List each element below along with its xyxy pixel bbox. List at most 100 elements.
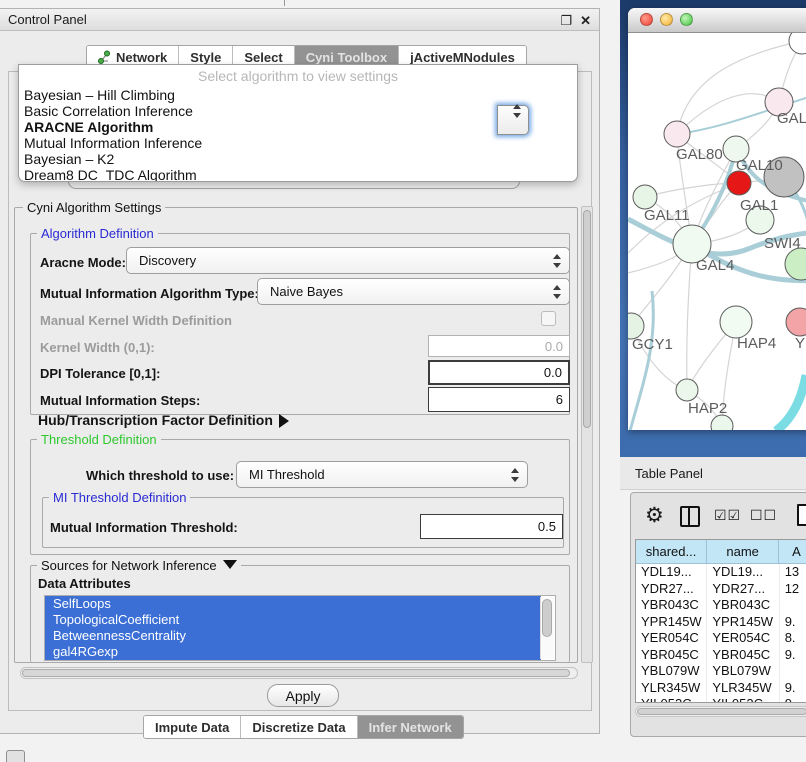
- hub-definition-toggle[interactable]: Hub/Transcription Factor Definition: [38, 412, 289, 428]
- node-label: GAL10: [736, 157, 783, 174]
- algorithm-option[interactable]: Dream8 DC_TDC Algorithm: [19, 167, 577, 182]
- bottom-tabbar: Impute DataDiscretize DataInfer Network: [143, 715, 464, 739]
- aracne-mode-combobox[interactable]: Discovery: [126, 247, 570, 274]
- algorithm-option[interactable]: Basic Correlation Inference: [19, 103, 577, 119]
- node-label: HAP4: [737, 335, 776, 352]
- settings-vscroll-thumb[interactable]: [583, 210, 591, 428]
- table-cell: YLR345W: [707, 680, 779, 697]
- settings-vertical-scrollbar[interactable]: [581, 206, 593, 663]
- algorithm-combobox-fragment[interactable]: [497, 105, 529, 135]
- mi-steps-field[interactable]: 6: [428, 387, 570, 412]
- data-attributes-label: Data Attributes: [38, 576, 131, 591]
- table-row[interactable]: YBR045CYBR045C9.: [636, 647, 806, 664]
- table-cell: 13: [780, 564, 806, 581]
- network-node[interactable]: [664, 121, 690, 147]
- algorithm-option[interactable]: Bayesian – K2: [19, 151, 577, 167]
- apply-button[interactable]: Apply: [267, 684, 339, 707]
- float-window-icon[interactable]: ❐: [560, 14, 572, 27]
- network-node[interactable]: [676, 379, 698, 401]
- table-horizontal-scrollbar[interactable]: [635, 706, 806, 717]
- kernel-width-field[interactable]: 0.0: [428, 335, 570, 357]
- table-row[interactable]: YER054CYER054C8.: [636, 630, 806, 647]
- table-row[interactable]: YLR345WYLR345W9.: [636, 680, 806, 697]
- control-panel-title: Control Panel: [8, 12, 87, 27]
- close-traffic-light-icon[interactable]: [640, 13, 653, 26]
- cyni-algorithm-settings-title: Cyni Algorithm Settings: [23, 200, 165, 215]
- column-header[interactable]: name: [707, 540, 779, 563]
- close-panel-icon[interactable]: ✕: [580, 14, 591, 27]
- column-header[interactable]: shared...: [636, 540, 707, 563]
- control-panel-titlebar: Control Panel ❐ ✕: [0, 9, 599, 31]
- network-canvas[interactable]: GAL7GAL80GAL10GAL1GAL11SWI4GAL4GCY1HAP4Y…: [628, 33, 806, 430]
- table-cell: YER054C: [636, 630, 707, 647]
- deselect-all-checkboxes-icon[interactable]: ☐☐: [750, 507, 777, 524]
- top-divider: [284, 0, 285, 6]
- minimize-traffic-light-icon[interactable]: [660, 13, 673, 26]
- node-table[interactable]: shared...nameA YDL19...YDL19...13YDR27..…: [635, 539, 806, 703]
- table-body: YDL19...YDL19...13YDR27...YDR27...12YBR0…: [636, 564, 806, 703]
- attributes-scrollbar[interactable]: [540, 597, 554, 659]
- select-all-checkboxes-icon[interactable]: ☑☑: [714, 507, 741, 524]
- which-threshold-combobox[interactable]: MI Threshold: [236, 461, 528, 488]
- mi-type-value: Naive Bayes: [270, 284, 343, 299]
- attribute-list-item[interactable]: gal4RGexp: [45, 644, 541, 660]
- tab-impute-data[interactable]: Impute Data: [144, 716, 241, 738]
- node-label: GAL80: [676, 146, 723, 163]
- table-hscroll-thumb[interactable]: [637, 708, 806, 715]
- table-row[interactable]: YIL052CYIL052C9.: [636, 696, 806, 703]
- network-window-titlebar[interactable]: [628, 8, 806, 33]
- document-icon[interactable]: [797, 504, 806, 526]
- table-row[interactable]: YBL079WYBL079W: [636, 663, 806, 680]
- network-node[interactable]: [785, 248, 806, 280]
- network-view-window[interactable]: GAL7GAL80GAL10GAL1GAL11SWI4GAL4GCY1HAP4Y…: [628, 8, 806, 430]
- table-cell: 9.: [780, 647, 806, 664]
- mi-type-label: Mutual Information Algorithm Type:: [40, 286, 259, 301]
- node-label: GCY1: [632, 336, 673, 353]
- algorithm-dropdown-list: Bayesian – Hill ClimbingBasic Correlatio…: [19, 87, 577, 182]
- algorithm-option[interactable]: ARACNE Algorithm: [19, 119, 577, 135]
- network-node[interactable]: [633, 185, 657, 209]
- table-cell: YDL19...: [707, 564, 779, 581]
- settings-horizontal-scrollbar[interactable]: [20, 667, 578, 679]
- node-label: GAL7: [777, 110, 806, 127]
- dpi-tolerance-field[interactable]: 0.0: [428, 360, 570, 385]
- table-cell: YBL079W: [707, 663, 779, 680]
- table-cell: YDR27...: [707, 581, 779, 598]
- mi-threshold-field[interactable]: 0.5: [420, 514, 563, 539]
- mi-type-combobox[interactable]: Naive Bayes: [257, 278, 570, 305]
- table-row[interactable]: YPR145WYPR145W9.: [636, 614, 806, 631]
- zoom-traffic-light-icon[interactable]: [680, 13, 693, 26]
- network-node[interactable]: [789, 33, 806, 54]
- threshold-definition-title: Threshold Definition: [37, 432, 161, 447]
- table-row[interactable]: YDL19...YDL19...13: [636, 564, 806, 581]
- table-cell: YIL052C: [636, 696, 707, 703]
- manual-kernel-checkbox[interactable]: [541, 311, 556, 326]
- network-node[interactable]: [786, 308, 806, 336]
- node-label: HAP2: [688, 400, 727, 417]
- network-node[interactable]: [727, 171, 751, 195]
- attribute-list-item[interactable]: TopologicalCoefficient: [45, 612, 541, 628]
- settings-hscroll-thumb[interactable]: [22, 669, 570, 677]
- mi-steps-value: 6: [556, 392, 563, 407]
- tab-discretize-data[interactable]: Discretize Data: [241, 716, 357, 738]
- column-header[interactable]: A: [779, 540, 806, 563]
- tab-infer-network[interactable]: Infer Network: [358, 716, 463, 738]
- data-attributes-list[interactable]: SelfLoopsTopologicalCoefficientBetweenne…: [44, 595, 556, 661]
- gear-icon[interactable]: ⚙: [645, 503, 664, 528]
- algorithm-option[interactable]: Mutual Information Inference: [19, 135, 577, 151]
- attributes-scrollbar-thumb[interactable]: [542, 599, 552, 637]
- table-cell: YPR145W: [707, 614, 779, 631]
- sources-group-title[interactable]: Sources for Network Inference: [37, 558, 241, 573]
- which-threshold-label: Which threshold to use:: [86, 468, 234, 483]
- column-view-icon[interactable]: [680, 506, 700, 527]
- minimized-panel-icon[interactable]: [6, 750, 25, 762]
- stepper-arrows-icon: [552, 285, 561, 299]
- table-row[interactable]: YBR043CYBR043C: [636, 597, 806, 614]
- network-node[interactable]: [720, 306, 752, 338]
- attribute-list-item[interactable]: SelfLoops: [45, 596, 541, 612]
- table-row[interactable]: YDR27...YDR27...12: [636, 581, 806, 598]
- algorithm-option[interactable]: Bayesian – Hill Climbing: [19, 87, 577, 103]
- network-node[interactable]: [711, 415, 733, 430]
- algorithm-dropdown-prompt: Select algorithm to view settings: [19, 65, 577, 87]
- attribute-list-item[interactable]: BetweennessCentrality: [45, 628, 541, 644]
